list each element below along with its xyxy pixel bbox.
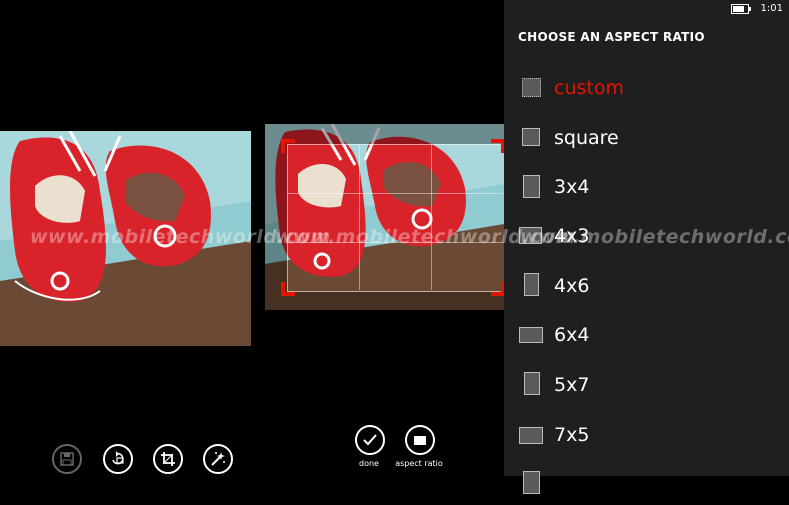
auto-fix-button[interactable] bbox=[203, 444, 233, 474]
battery-icon bbox=[731, 4, 751, 14]
square-ratio-icon bbox=[522, 128, 540, 146]
portrait-ratio-icon bbox=[523, 175, 540, 198]
grid-line bbox=[431, 144, 432, 290]
ratio-option-4x6[interactable]: 4x6 bbox=[504, 266, 789, 306]
portrait-ratio-icon bbox=[524, 372, 540, 395]
crop-overlay bbox=[265, 124, 504, 310]
ratio-option-label: custom bbox=[554, 77, 624, 99]
portrait-ratio-icon bbox=[523, 471, 540, 494]
aspect-ratio-label: aspect ratio bbox=[395, 459, 443, 468]
custom-ratio-icon bbox=[522, 78, 541, 97]
ratio-option-5x7[interactable]: 5x7 bbox=[504, 365, 789, 405]
crop-handle-top-left[interactable] bbox=[281, 139, 295, 153]
ratio-option-label: 6x4 bbox=[554, 324, 590, 346]
crop-icon bbox=[161, 452, 175, 466]
done-button[interactable] bbox=[355, 425, 385, 455]
crop-handle-top-right[interactable] bbox=[491, 139, 505, 153]
ratio-option-square[interactable]: square bbox=[504, 118, 789, 158]
ratio-option-7x5[interactable]: 7x5 bbox=[504, 415, 789, 455]
crop-rectangle[interactable] bbox=[287, 144, 504, 292]
watermark-text: www.mobiletechworld.com bbox=[520, 226, 789, 248]
aspect-ratio-button[interactable] bbox=[405, 425, 435, 455]
grid-line bbox=[359, 144, 360, 290]
landscape-ratio-icon bbox=[519, 427, 543, 444]
magic-wand-icon bbox=[211, 452, 225, 466]
crop-button[interactable] bbox=[153, 444, 183, 474]
grid-line bbox=[287, 193, 503, 194]
ratio-option-label: 5x7 bbox=[554, 374, 590, 396]
portrait-ratio-icon bbox=[524, 273, 539, 296]
status-time: 1:01 bbox=[760, 3, 783, 14]
crop-handle-bottom-left[interactable] bbox=[281, 282, 295, 296]
ratio-option-custom[interactable]: custom bbox=[504, 68, 789, 108]
rotate-icon bbox=[112, 451, 124, 465]
ratio-option-6x4[interactable]: 6x4 bbox=[504, 315, 789, 355]
aspect-ratio-icon bbox=[414, 436, 426, 445]
ratio-option-label: 3x4 bbox=[554, 176, 590, 198]
save-button[interactable] bbox=[52, 444, 82, 474]
panel-title: CHOOSE AN ASPECT RATIO bbox=[518, 30, 705, 44]
rotate-button[interactable] bbox=[103, 444, 133, 474]
ratio-option-label: 7x5 bbox=[554, 424, 590, 446]
battery-level bbox=[733, 6, 744, 12]
check-icon bbox=[363, 434, 377, 446]
ratio-option-3x4[interactable]: 3x4 bbox=[504, 167, 789, 207]
ratio-option-label: square bbox=[554, 127, 619, 149]
crop-handle-bottom-right[interactable] bbox=[491, 282, 505, 296]
landscape-ratio-icon bbox=[519, 327, 543, 343]
save-icon bbox=[60, 452, 74, 466]
ratio-option-label: 4x6 bbox=[554, 275, 590, 297]
ratio-option-partial[interactable] bbox=[504, 465, 789, 505]
